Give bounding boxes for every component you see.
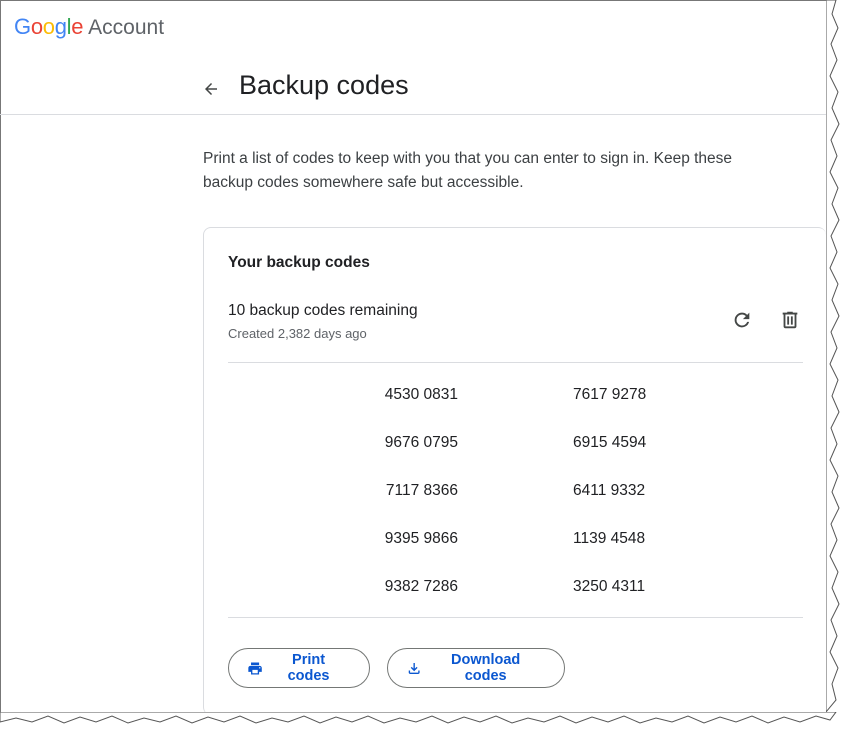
logo-letter: o	[42, 14, 55, 39]
printer-icon	[248, 661, 262, 675]
backup-code: 6915 4594	[573, 434, 647, 451]
arrow-left-icon	[205, 83, 217, 95]
page-description: Print a list of codes to keep with you t…	[203, 150, 733, 191]
backup-codes-card: Your backup codes 10 backup codes remain…	[203, 227, 826, 715]
print-codes-button[interactable]: Print codes	[228, 648, 370, 688]
code-row: 4530 0831 7617 9278	[228, 386, 803, 410]
backup-code: 6411 9332	[573, 482, 646, 499]
refresh-icon	[734, 312, 750, 328]
print-codes-label: Print codes	[287, 652, 330, 684]
download-codes-button[interactable]: Download codes	[387, 648, 565, 688]
code-row: 7117 8366 6411 9332	[228, 482, 803, 506]
download-icon	[408, 662, 420, 674]
backup-code: 7617 9278	[573, 386, 647, 403]
page-header: Backup codes	[0, 60, 826, 115]
logo-letter: G	[14, 14, 31, 39]
google-account-logo[interactable]: Google Account	[14, 14, 164, 40]
code-row: 9395 9866 1139 4548	[228, 530, 803, 554]
back-button[interactable]	[198, 76, 224, 102]
codes-created-text: Created 2,382 days ago	[228, 326, 367, 341]
backup-code: 9676 0795	[384, 434, 458, 451]
divider	[228, 362, 803, 363]
backup-code: 7117 8366	[385, 482, 458, 499]
backup-code: 4530 0831	[384, 386, 458, 403]
code-row: 9676 0795 6915 4594	[228, 434, 803, 458]
card-title: Your backup codes	[228, 254, 370, 271]
backup-code: 3250 4311	[573, 578, 646, 595]
backup-code: 1139 4548	[573, 530, 646, 547]
page-title: Backup codes	[239, 70, 409, 100]
backup-code: 9395 9866	[384, 530, 458, 547]
google-wordmark: Google	[14, 14, 83, 40]
logo-account-text: Account	[88, 16, 165, 39]
trash-icon	[782, 311, 798, 329]
divider	[228, 617, 803, 618]
codes-remaining-text: 10 backup codes remaining	[228, 302, 418, 319]
backup-code: 9382 7286	[384, 578, 458, 595]
torn-edge-bottom	[0, 712, 837, 724]
logo-letter: e	[71, 14, 84, 39]
code-row: 9382 7286 3250 4311	[228, 578, 803, 602]
logo-letter: g	[54, 14, 67, 39]
delete-codes-button[interactable]	[774, 304, 806, 336]
torn-edge-right	[826, 0, 840, 713]
download-codes-label: Download codes	[451, 652, 521, 684]
logo-letter: o	[30, 14, 43, 39]
refresh-codes-button[interactable]	[726, 304, 758, 336]
